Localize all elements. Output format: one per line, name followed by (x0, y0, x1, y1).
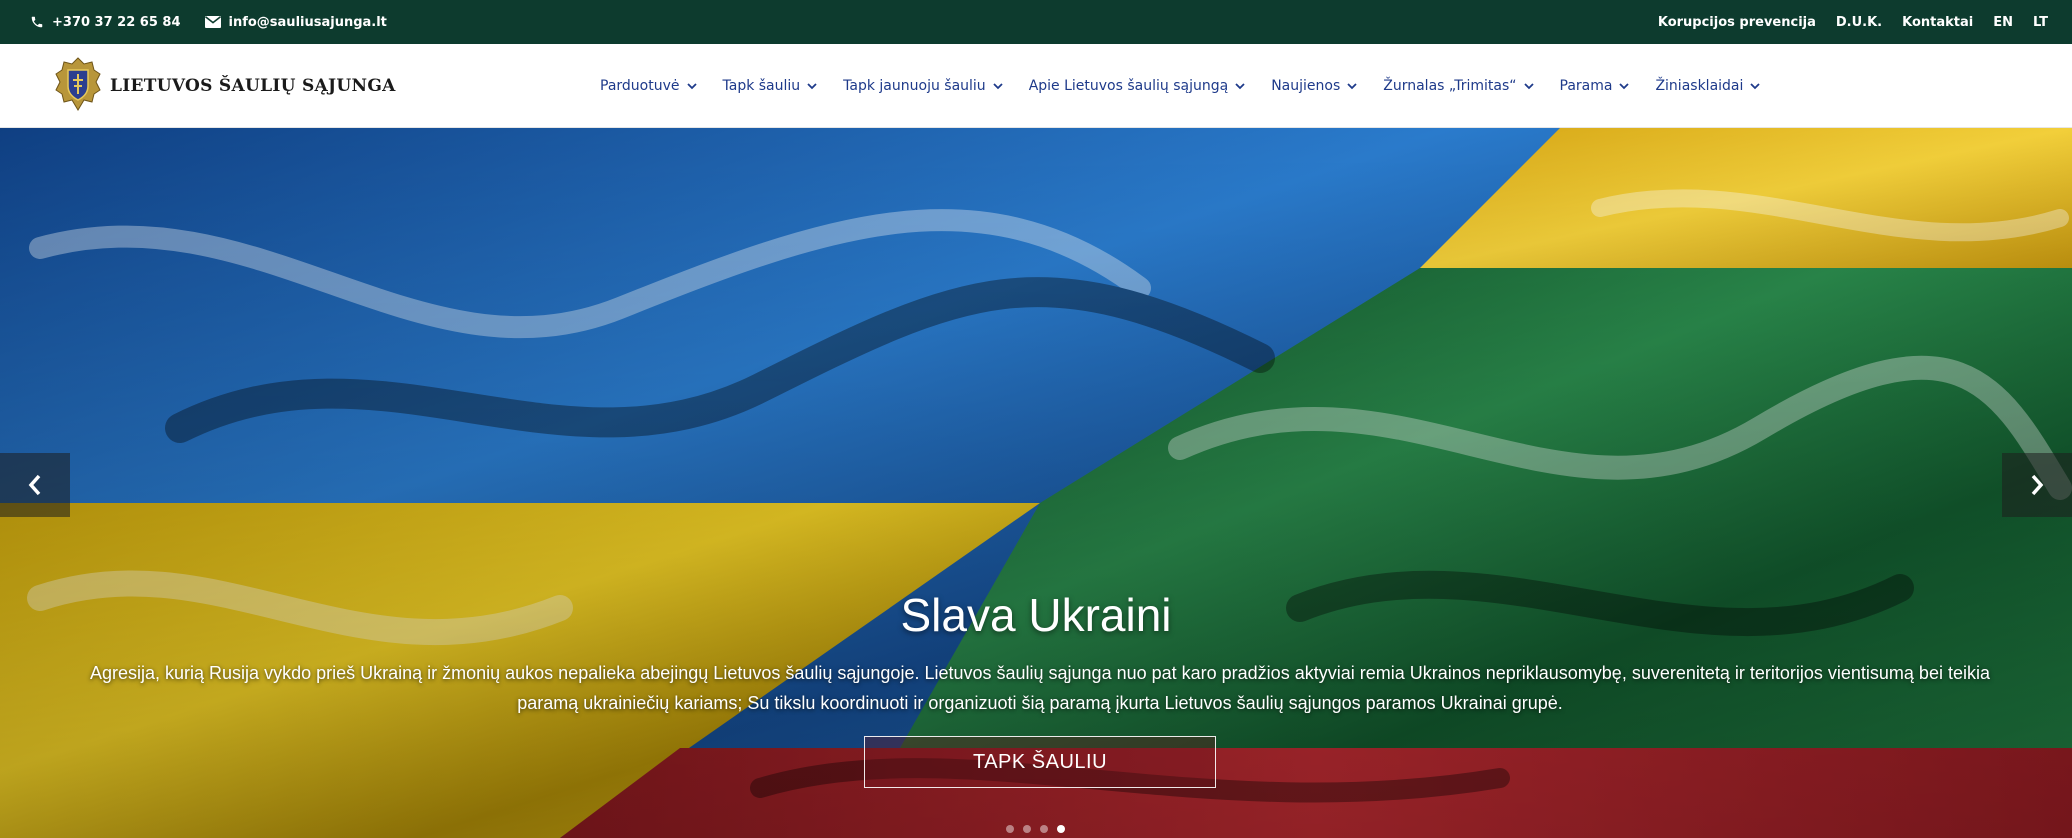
chevron-down-icon (686, 82, 697, 89)
nav-item-tapk-sauliu[interactable]: Tapk šauliu (723, 78, 818, 94)
slide-title: Slava Ukraini (900, 589, 1172, 641)
contact-info: +370 37 22 65 84 info@sauliusajunga.lt (30, 0, 387, 44)
email-link[interactable]: info@sauliusajunga.lt (204, 14, 387, 30)
top-link-kontaktai[interactable]: Kontaktai (1902, 15, 1973, 30)
nav-item-label: Žurnalas „Trimitas“ (1383, 78, 1517, 94)
slider-next-button[interactable] (2002, 453, 2072, 517)
chevron-left-icon (28, 474, 41, 496)
site-logo[interactable]: LIETUVOS ŠAULIŲ SĄJUNGA (54, 56, 396, 116)
phone-number: +370 37 22 65 84 (52, 14, 181, 30)
language-en[interactable]: EN (1993, 15, 2013, 30)
nav-item-label: Parama (1559, 78, 1613, 94)
chevron-down-icon (1347, 82, 1357, 89)
emblem-icon (54, 56, 102, 116)
logo-text: LIETUVOS ŠAULIŲ SĄJUNGA (110, 76, 396, 96)
join-cta-button[interactable]: TAPK ŠAULIU (864, 736, 1216, 788)
phone-icon (30, 15, 44, 29)
nav-item-parduotuve[interactable]: Parduotuvė (600, 78, 697, 94)
flags-background-image (0, 128, 2072, 838)
chevron-down-icon (807, 82, 817, 89)
chevron-down-icon (1235, 82, 1245, 89)
nav-item-label: Naujienos (1271, 78, 1341, 94)
nav-item-zurnalas[interactable]: Žurnalas „Trimitas“ (1383, 78, 1534, 94)
top-link-duk[interactable]: D.U.K. (1836, 15, 1882, 30)
nav-item-naujienos[interactable]: Naujienos (1271, 78, 1357, 94)
chevron-down-icon (993, 82, 1003, 89)
slider-dot[interactable] (1040, 825, 1048, 833)
chevron-right-icon (2031, 474, 2044, 496)
chevron-down-icon (1750, 82, 1761, 89)
nav-item-ziniasklaidai[interactable]: Žiniasklaidai (1655, 78, 1761, 94)
slider-pagination (1006, 825, 1065, 833)
nav-item-label: Žiniasklaidai (1655, 78, 1744, 94)
slider-dot[interactable] (1023, 825, 1031, 833)
top-link-korupcijos-prevencija[interactable]: Korupcijos prevencija (1658, 15, 1816, 30)
top-bar: +370 37 22 65 84 info@sauliusajunga.lt K… (0, 0, 2072, 44)
slider-dot-active[interactable] (1057, 825, 1065, 833)
slide-description: Agresija, kurią Rusija vykdo prieš Ukrai… (90, 663, 1990, 713)
nav-item-label: Tapk šauliu (722, 78, 801, 94)
slider-prev-button[interactable] (0, 453, 70, 517)
email-address: info@sauliusajunga.lt (228, 14, 387, 30)
main-nav: Parduotuvė Tapk šauliu Tapk jaunuoju šau… (600, 44, 1761, 128)
nav-item-label: Apie Lietuvos šaulių sąjungą (1028, 78, 1229, 94)
language-lt[interactable]: LT (2033, 15, 2048, 30)
phone-link[interactable]: +370 37 22 65 84 (30, 15, 181, 30)
chevron-down-icon (1619, 82, 1630, 89)
envelope-icon (204, 16, 221, 28)
top-links: Korupcijos prevencija D.U.K. Kontaktai E… (1658, 0, 2048, 44)
nav-item-apie[interactable]: Apie Lietuvos šaulių sąjungą (1029, 78, 1246, 94)
site-header: LIETUVOS ŠAULIŲ SĄJUNGA Parduotuvė Tapk … (0, 44, 2072, 128)
hero-slider: Slava Ukraini Agresija, kurią Rusija vyk… (0, 128, 2072, 838)
slider-dot[interactable] (1006, 825, 1014, 833)
nav-item-tapk-jaunuoju-sauliu[interactable]: Tapk jaunuoju šauliu (843, 78, 1003, 94)
nav-item-parama[interactable]: Parama (1560, 78, 1630, 94)
chevron-down-icon (1523, 82, 1534, 89)
nav-item-label: Parduotuvė (600, 78, 680, 94)
nav-item-label: Tapk jaunuoju šauliu (843, 78, 986, 94)
